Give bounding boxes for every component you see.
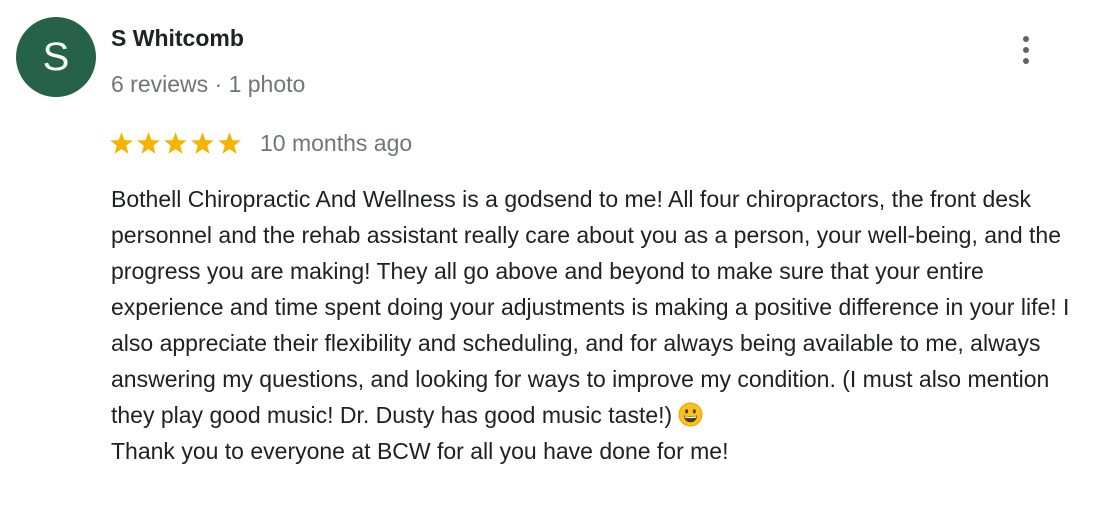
author-meta[interactable]: 6 reviews · 1 photo [111,70,305,98]
review-paragraph-2: Thank you to everyone at BCW for all you… [111,438,729,464]
review-date: 10 months ago [260,130,413,156]
star-icon [164,131,187,154]
author-name[interactable]: S Whitcomb [111,24,244,52]
star-icon [218,131,241,154]
review-text: Bothell Chiropractic And Wellness is a g… [111,181,1091,469]
star-icon [137,131,160,154]
more-vert-icon-dot-3 [1023,58,1029,64]
more-vert-icon-dot-2 [1023,47,1029,53]
star-rating [109,131,242,156]
more-vert-icon [1023,36,1029,42]
star-icon [191,131,214,154]
review-paragraph-1-text: Bothell Chiropractic And Wellness is a g… [111,186,1070,428]
review-paragraph-1: Bothell Chiropractic And Wellness is a g… [111,181,1091,433]
review-card: S S Whitcomb 6 reviews · 1 photo 10 mont… [0,0,1112,518]
star-icon [110,131,133,154]
rating-row: 10 months ago [109,126,412,160]
more-options-button[interactable] [1004,30,1048,70]
avatar-initial: S [42,35,70,79]
grinning-face-emoji-icon [678,402,703,427]
avatar[interactable]: S [16,17,96,97]
